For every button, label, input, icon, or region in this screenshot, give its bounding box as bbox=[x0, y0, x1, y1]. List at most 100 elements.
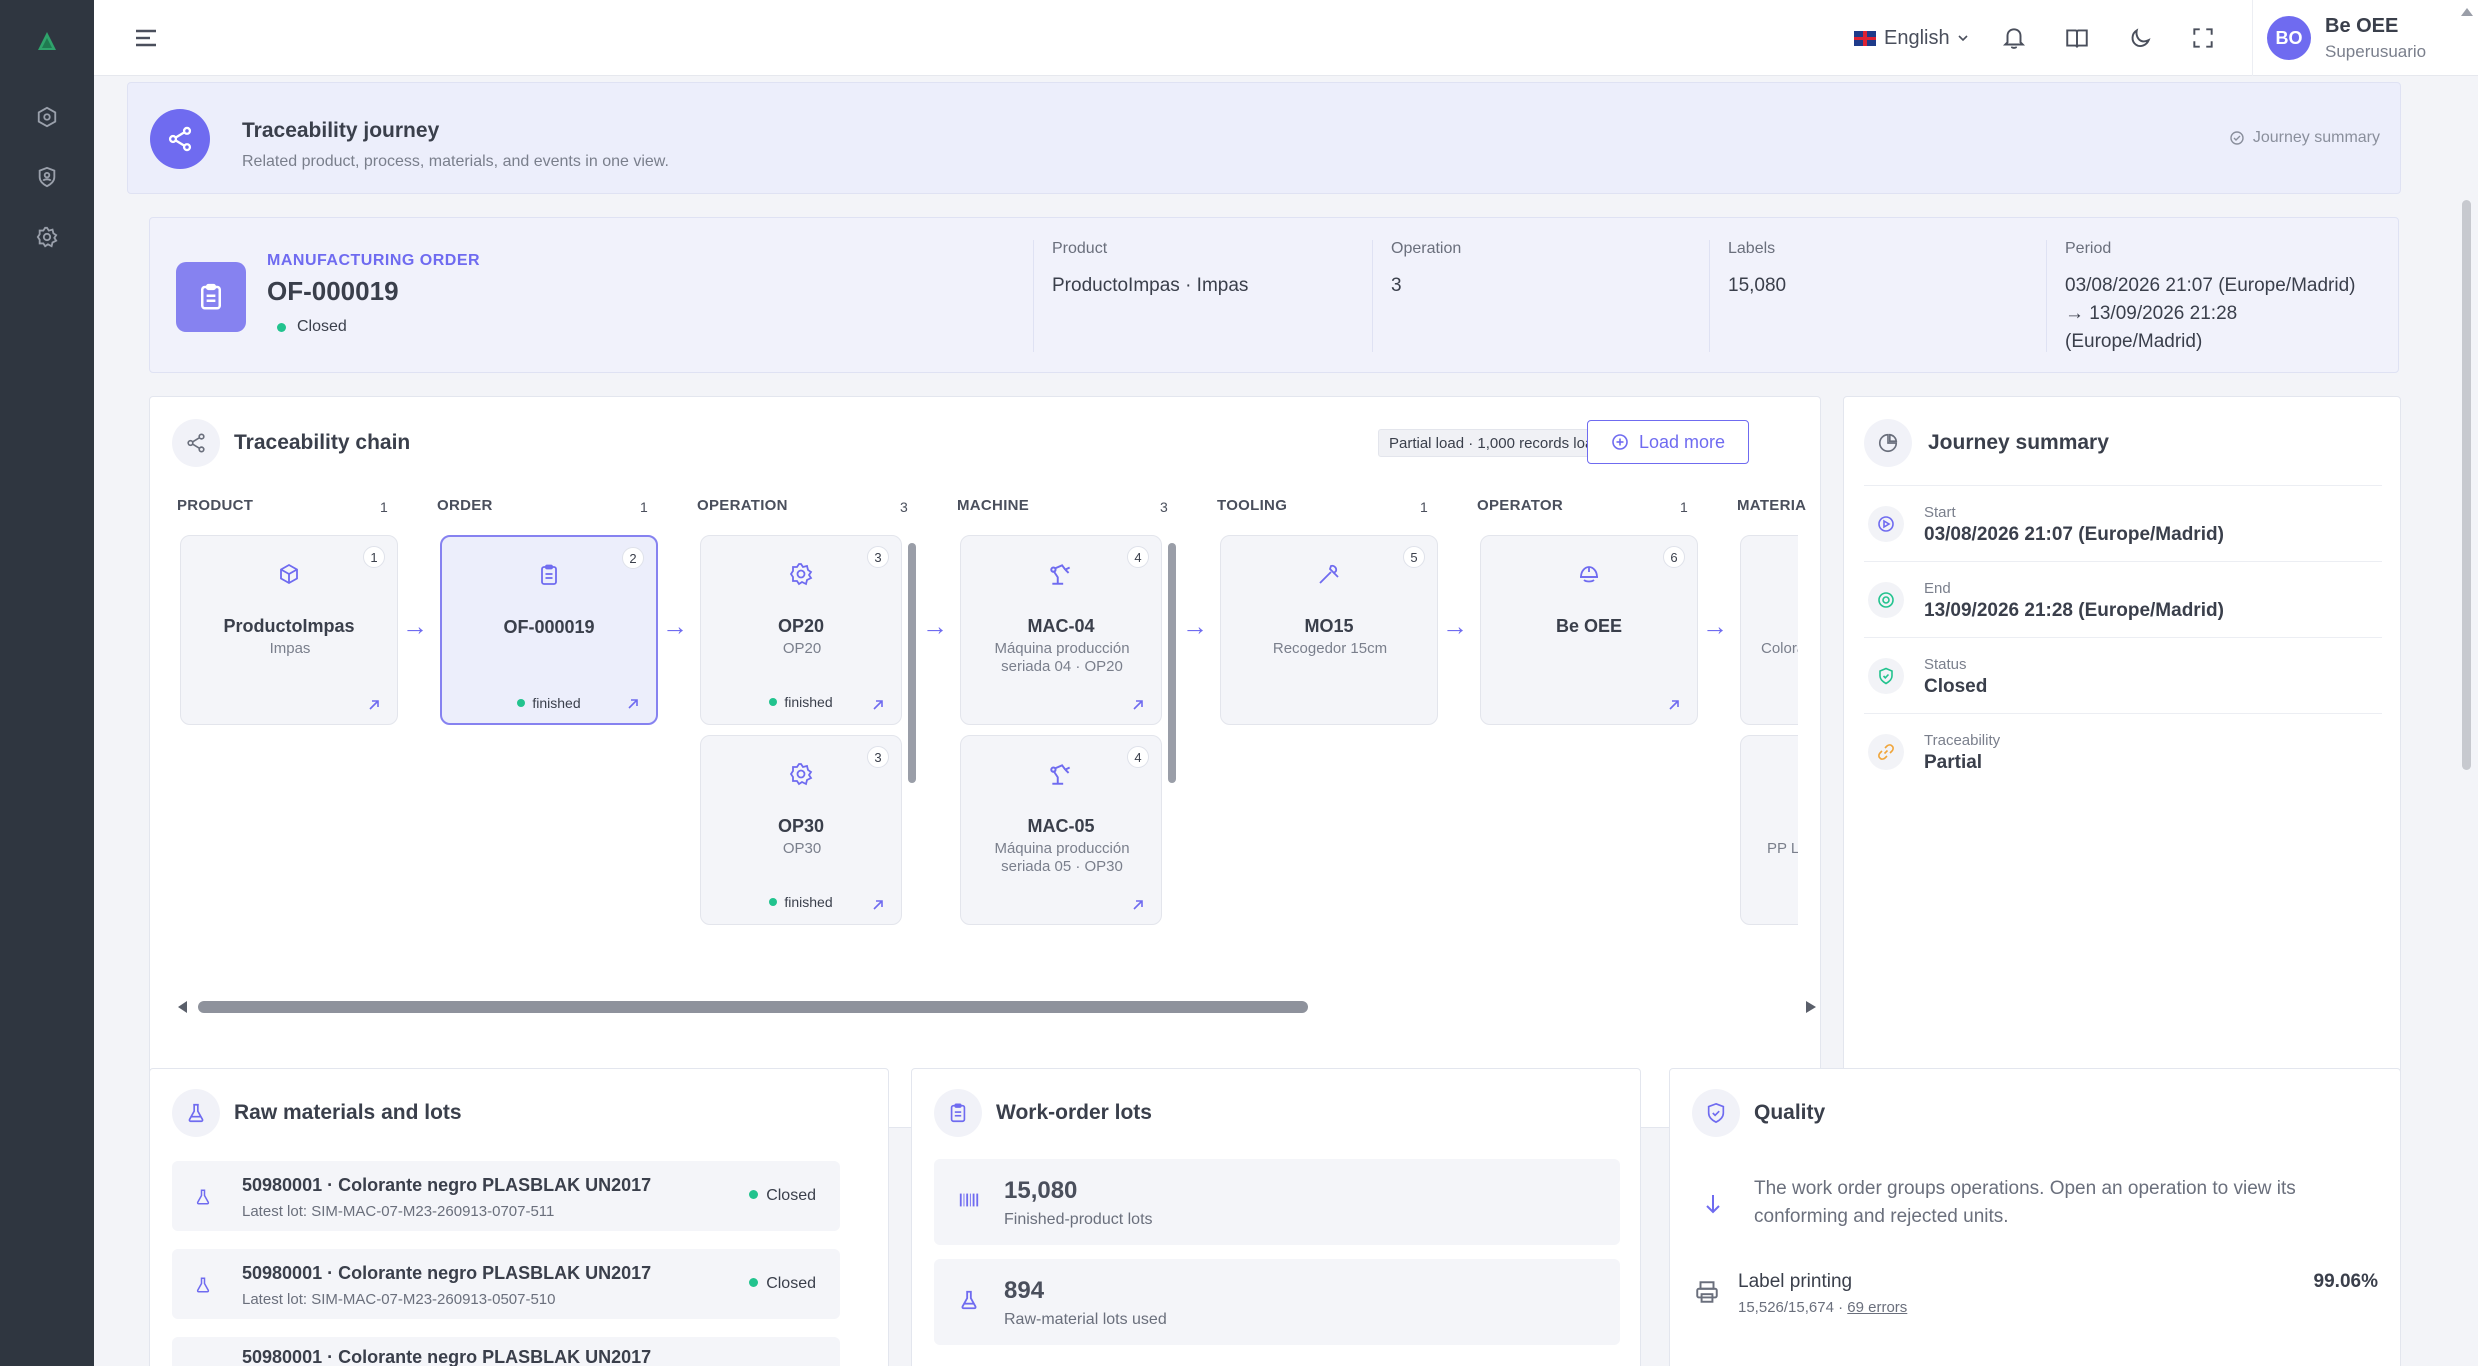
open-link-icon[interactable] bbox=[1131, 898, 1145, 912]
summary-value: 13/09/2026 21:28 (Europe/Madrid) bbox=[1924, 600, 2224, 621]
scroll-left-icon[interactable] bbox=[178, 1001, 188, 1013]
node-title: MAC-04 bbox=[1027, 616, 1095, 636]
col-head-machine: MACHINE bbox=[957, 497, 1030, 514]
node-product[interactable]: 1 ProductoImpas Impas bbox=[180, 535, 398, 725]
node-operation-op20[interactable]: 3 OP20 OP20 finished bbox=[700, 535, 902, 725]
order-status: Closed bbox=[297, 318, 347, 335]
period-label: Period bbox=[2065, 240, 2112, 257]
summary-label: End bbox=[1924, 580, 1951, 597]
robot-arm-icon bbox=[961, 758, 1161, 790]
scroll-up-arrow-icon[interactable] bbox=[2461, 8, 2473, 16]
check-circle-icon bbox=[2230, 131, 2244, 145]
chain-arrow-icon: → bbox=[1442, 611, 1468, 641]
moon-icon[interactable] bbox=[2124, 22, 2156, 54]
chain-horizontal-scrollbar[interactable] bbox=[178, 999, 1822, 1013]
node-material-2[interactable]: PP Ly bbox=[1740, 735, 1798, 925]
book-icon[interactable] bbox=[2061, 22, 2093, 54]
col-count-tooling: 1 bbox=[1420, 499, 1428, 515]
scrollbar-thumb[interactable] bbox=[198, 1001, 1308, 1013]
open-link-icon[interactable] bbox=[871, 898, 885, 912]
chain-arrow-icon: → bbox=[402, 611, 428, 641]
node-material-1[interactable]: Colora bbox=[1740, 535, 1798, 725]
flask-icon bbox=[196, 1277, 210, 1293]
col-count-product: 1 bbox=[380, 499, 388, 515]
fullscreen-icon[interactable] bbox=[2187, 22, 2219, 54]
quality-note: The work order groups operations. Open a… bbox=[1754, 1178, 2296, 1227]
node-machine-mac04[interactable]: 4 MAC-04 Máquina producción seriada 04 ·… bbox=[960, 535, 1162, 725]
open-link-icon[interactable] bbox=[1667, 698, 1681, 712]
open-link-icon[interactable] bbox=[871, 698, 885, 712]
node-subtitle: OP20 bbox=[782, 640, 822, 657]
flask-icon bbox=[961, 1290, 977, 1310]
open-link-icon[interactable] bbox=[367, 698, 381, 712]
quality-panel: Quality The work order groups operations… bbox=[1669, 1068, 2401, 1366]
node-subtitle: Máquina producción seriada 04 · OP20 bbox=[994, 640, 1130, 675]
node-subtitle: OP30 bbox=[782, 840, 822, 857]
journey-summary-link[interactable]: Journey summary bbox=[2229, 129, 2380, 147]
user-menu[interactable]: BO Be OEE Superusuario bbox=[2252, 0, 2478, 76]
stat-label: Raw-material lots used bbox=[1004, 1311, 1167, 1328]
clipboard-icon bbox=[176, 262, 246, 332]
raw-materials-panel: Raw materials and lots 50980001 · Colora… bbox=[149, 1068, 889, 1366]
list-item[interactable]: 50980001 · Colorante negro PLASBLAK UN20… bbox=[172, 1249, 840, 1319]
language-selector[interactable]: English bbox=[1854, 24, 1968, 52]
chain-title: Traceability chain bbox=[234, 431, 411, 454]
sidebar-shield-user-icon[interactable] bbox=[30, 160, 64, 194]
label-printing-counts: 15,526/15,674 · bbox=[1738, 1299, 1848, 1316]
material-lot: Latest lot: SIM-MAC-07-M23-260913-0507-5… bbox=[242, 1291, 556, 1308]
col-count-machine: 3 bbox=[1160, 499, 1168, 515]
top-bar: English BO Be OEE Superusuario bbox=[94, 0, 2478, 76]
user-role: Superusuario bbox=[2325, 41, 2427, 61]
node-subtitle: Máquina producción seriada 05 · OP30 bbox=[994, 840, 1130, 875]
page-subtitle: Related product, process, materials, and… bbox=[242, 153, 669, 170]
errors-link[interactable]: 69 errors bbox=[1847, 1299, 1907, 1316]
chain-share-icon bbox=[172, 419, 220, 467]
node-subtitle: Impas bbox=[269, 640, 311, 657]
summary-label: Traceability bbox=[1924, 732, 2001, 749]
summary-value: 03/08/2026 21:07 (Europe/Madrid) bbox=[1924, 524, 2224, 545]
chain-arrow-icon: → bbox=[662, 611, 688, 641]
period-start: 03/08/2026 21:07 (Europe/Madrid) bbox=[2065, 275, 2356, 296]
bell-icon[interactable] bbox=[1998, 22, 2030, 54]
machine-column-scrollbar[interactable] bbox=[1168, 543, 1176, 783]
stat-label: Finished-product lots bbox=[1004, 1211, 1153, 1228]
node-status: finished bbox=[442, 695, 656, 711]
order-id: OF-000019 bbox=[267, 276, 399, 306]
open-link-icon[interactable] bbox=[626, 697, 640, 711]
scroll-right-icon[interactable] bbox=[1806, 1001, 1816, 1013]
col-head-material: MATERIA bbox=[1737, 497, 1807, 514]
target-icon bbox=[1868, 582, 1904, 618]
node-tooling-mo15[interactable]: 5 MO15 Recogedor 15cm bbox=[1220, 535, 1438, 725]
material-title: 50980001 · Colorante negro PLASBLAK UN20… bbox=[242, 1347, 652, 1366]
play-circle-icon bbox=[1868, 506, 1904, 542]
list-item[interactable]: 50980001 · Colorante negro PLASBLAK UN20… bbox=[172, 1337, 840, 1366]
load-more-button[interactable]: Load more bbox=[1587, 420, 1749, 464]
quality-title: Quality bbox=[1754, 1101, 1826, 1124]
node-operation-op30[interactable]: 3 OP30 OP30 finished bbox=[700, 735, 902, 925]
page-scrollbar[interactable] bbox=[2462, 200, 2471, 770]
sidebar-gear-icon[interactable] bbox=[30, 220, 64, 254]
status-badge: Closed bbox=[749, 1187, 816, 1205]
open-link-icon[interactable] bbox=[1131, 698, 1145, 712]
node-operator[interactable]: 6 Be OEE bbox=[1480, 535, 1698, 725]
col-count-order: 1 bbox=[640, 499, 648, 515]
plus-circle-icon bbox=[1612, 434, 1628, 450]
operation-column-scrollbar[interactable] bbox=[908, 543, 916, 783]
menu-toggle-icon[interactable] bbox=[132, 24, 160, 52]
node-order[interactable]: 2 OF-000019 finished bbox=[440, 535, 658, 725]
node-title: OF-000019 bbox=[503, 617, 595, 637]
node-title: Be OEE bbox=[1555, 616, 1623, 636]
sidebar-hex-settings-icon[interactable] bbox=[30, 100, 64, 134]
order-period-col: Period 03/08/2026 21:07 (Europe/Madrid) … bbox=[2046, 240, 2386, 352]
node-machine-mac05[interactable]: 4 MAC-05 Máquina producción seriada 05 ·… bbox=[960, 735, 1162, 925]
col-head-operation: OPERATION bbox=[697, 497, 788, 514]
col-count-operation: 3 bbox=[900, 499, 908, 515]
list-item[interactable]: 50980001 · Colorante negro PLASBLAK UN20… bbox=[172, 1161, 840, 1231]
app-logo-icon[interactable] bbox=[30, 26, 64, 56]
order-kicker: MANUFACTURING ORDER bbox=[267, 252, 481, 269]
journey-summary-panel: Journey summary Start 03/08/2026 21:07 (… bbox=[1843, 396, 2401, 1128]
status-badge: Closed bbox=[749, 1275, 816, 1293]
share-nodes-icon bbox=[150, 109, 210, 169]
page-title: Traceability journey bbox=[242, 119, 440, 142]
period-end-tz: (Europe/Madrid) bbox=[2065, 331, 2203, 352]
